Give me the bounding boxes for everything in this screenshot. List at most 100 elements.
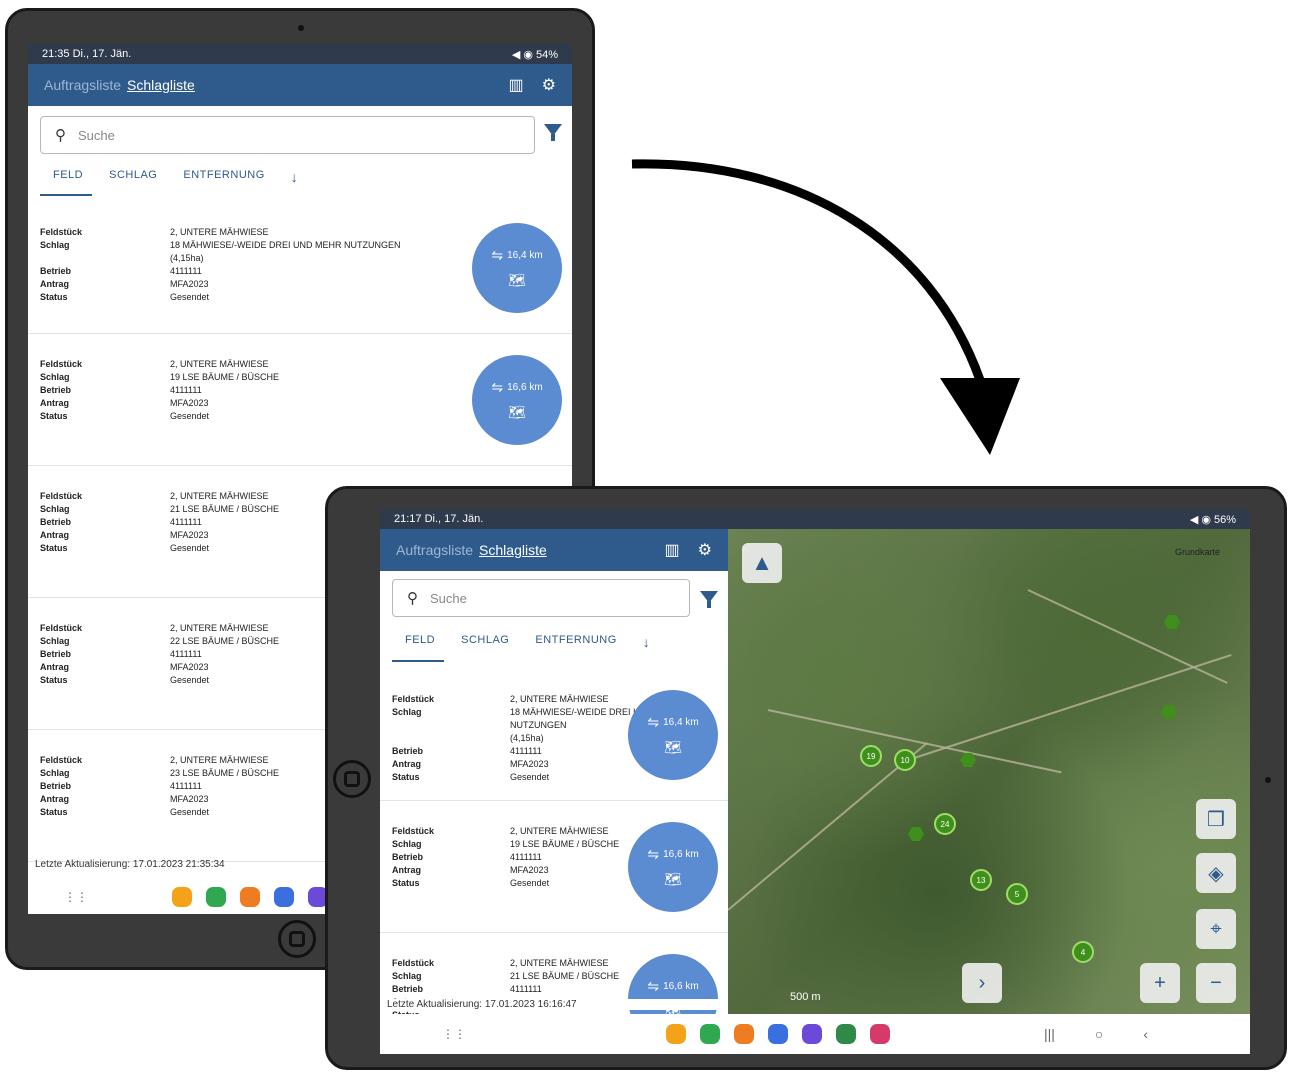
list-panel: Auftragsliste Schlagliste ▥ ⚙ ⚲ Suche FE… xyxy=(380,529,728,1054)
app-bar-right: Auftragsliste Schlagliste ▥ ⚙ xyxy=(380,529,728,571)
app-icon-folder[interactable] xyxy=(172,887,192,907)
nav-auftragsliste-right[interactable]: Auftragsliste xyxy=(396,542,473,558)
distance-label: 16,4 km xyxy=(507,250,543,261)
item-label: Status xyxy=(392,772,420,782)
zoom-in-button[interactable]: + xyxy=(1140,963,1180,1003)
app-icon-contacts[interactable] xyxy=(734,1024,754,1044)
item-label-spacer xyxy=(392,732,510,745)
zoom-out-button[interactable]: − xyxy=(1196,963,1236,1003)
field-marker[interactable] xyxy=(1161,705,1177,719)
tab-feld[interactable]: FELD xyxy=(53,169,83,185)
navigate-button[interactable]: ⇋ 16,6 km 🗺 xyxy=(628,822,718,912)
map-cluster[interactable]: 24 xyxy=(934,813,956,835)
map-road xyxy=(1027,589,1228,684)
camera-dot xyxy=(298,25,304,31)
app-icon-messages[interactable] xyxy=(768,1024,788,1044)
item-value: MFA2023 xyxy=(170,398,209,408)
recent-apps-icon[interactable]: ||| xyxy=(1044,1026,1055,1042)
list-item[interactable]: Feldstück 2, UNTERE MÄHWIESE Schlag 18 MÄHW… xyxy=(28,202,572,334)
map-cluster[interactable]: 5 xyxy=(1006,883,1028,905)
status-time-right: 21:17 Di., 17. Jän. xyxy=(394,513,484,525)
item-label: Antrag xyxy=(40,279,69,289)
item-label: Betrieb xyxy=(40,517,72,527)
apps-grid-icon-right[interactable]: ⋮⋮ xyxy=(442,1027,466,1041)
navigate-button[interactable]: ⇋ 16,4 km 🗺 xyxy=(628,690,718,780)
filter-icon-right[interactable] xyxy=(700,591,718,608)
last-update-right: Letzte Aktualisierung: 17.01.2023 16:16:… xyxy=(387,999,727,1010)
item-label: Betrieb xyxy=(392,984,424,994)
search-input-right[interactable]: ⚲ Suche xyxy=(392,579,690,617)
nav-schlagliste-right[interactable]: Schlagliste xyxy=(479,542,547,558)
nav-schlagliste[interactable]: Schlagliste xyxy=(127,77,195,93)
item-label: Status xyxy=(40,675,68,685)
item-label: Betrieb xyxy=(40,781,72,791)
settings-icon-right[interactable]: ⚙ xyxy=(698,540,712,560)
item-value: 19 LSE BÄUME / BÜSCHE xyxy=(170,372,280,382)
app-icon-phone[interactable] xyxy=(206,887,226,907)
map-cluster[interactable]: 13 xyxy=(970,869,992,891)
layers-stack-button[interactable]: ❒ xyxy=(1196,799,1236,839)
app-icon-internet[interactable] xyxy=(802,1024,822,1044)
compass-button[interactable]: ▲ xyxy=(742,543,782,583)
app-icon-messages[interactable] xyxy=(274,887,294,907)
item-value: 4111111 xyxy=(170,266,202,276)
app-icon-contacts[interactable] xyxy=(240,887,260,907)
back-icon[interactable]: ‹ xyxy=(1143,1026,1148,1042)
map-cluster[interactable]: 4 xyxy=(1072,941,1094,963)
list-item[interactable]: Feldstück 2, UNTERE MÄHWIESE Schlag 18 MÄHW… xyxy=(380,669,728,801)
map-scale: 500 m xyxy=(790,991,821,1003)
home-icon[interactable]: ○ xyxy=(1095,1026,1103,1042)
app-icon-calendar[interactable] xyxy=(836,1024,856,1044)
tab-indicator xyxy=(40,194,92,196)
transition-arrow xyxy=(631,159,1020,455)
item-label: Schlag xyxy=(392,971,422,981)
navigate-button[interactable]: ⇋ 16,4 km 🗺 xyxy=(472,223,562,313)
right-screen: 21:17 Di., 17. Jän. ◀ ◉ 56% Auftragslist… xyxy=(380,509,1250,1054)
item-label: Schlag xyxy=(40,768,70,778)
tab-schlag-right[interactable]: SCHLAG xyxy=(461,634,509,650)
item-label: Betrieb xyxy=(392,746,424,756)
map-cluster[interactable]: 19 xyxy=(860,745,882,767)
settings-icon[interactable]: ⚙ xyxy=(542,75,556,95)
map-cluster[interactable]: 10 xyxy=(894,749,916,771)
apps-grid-icon[interactable]: ⋮⋮ xyxy=(64,890,88,904)
field-marker[interactable] xyxy=(1164,615,1180,629)
tab-schlag[interactable]: SCHLAG xyxy=(109,169,157,185)
app-icon-folder[interactable] xyxy=(666,1024,686,1044)
sort-arrow-icon-right[interactable]: ↓ xyxy=(643,634,651,650)
last-update: Letzte Aktualisierung: 17.01.2023 21:35:… xyxy=(35,859,225,870)
item-label: Schlag xyxy=(40,636,70,646)
app-icon-phone[interactable] xyxy=(700,1024,720,1044)
search-input[interactable]: ⚲ Suche xyxy=(40,116,535,154)
status-bar-right: 21:17 Di., 17. Jän. ◀ ◉ 56% xyxy=(380,509,1250,529)
route-icon: ⇋ xyxy=(647,714,660,730)
tab-entfernung-right[interactable]: ENTFERNUNG xyxy=(535,634,616,650)
map-view[interactable]: Grundkarte ▲ 19 10 24 13 5 4 ❒ ◈ ⌖ › + −… xyxy=(728,529,1250,1014)
field-marker[interactable] xyxy=(960,753,976,767)
tab-entfernung[interactable]: ENTFERNUNG xyxy=(183,169,264,185)
navigate-button[interactable]: ⇋ 16,6 km 🗺 xyxy=(472,355,562,445)
left-home-button[interactable] xyxy=(278,920,316,958)
filter-icon[interactable] xyxy=(544,124,562,141)
item-label: Schlag xyxy=(40,504,70,514)
item-label: Antrag xyxy=(40,398,69,408)
item-label: Schlag xyxy=(40,372,70,382)
expand-panel-button[interactable]: › xyxy=(962,963,1002,1003)
tab-feld-right[interactable]: FELD xyxy=(405,634,435,650)
nav-auftragsliste[interactable]: Auftragsliste xyxy=(44,77,121,93)
app-bar: Auftragsliste Schlagliste ▥ ⚙ xyxy=(28,64,572,106)
list-item[interactable]: Feldstück 2, UNTERE MÄHWIESE Schlag 19 LSE … xyxy=(28,334,572,466)
status-bar: 21:35 Di., 17. Jän. ◀ ◉ 54% xyxy=(28,44,572,64)
map-open-icon: 🗺 xyxy=(664,739,682,755)
distance-label: 16,6 km xyxy=(663,981,699,992)
layers-button[interactable]: ◈ xyxy=(1196,853,1236,893)
field-marker[interactable] xyxy=(908,827,924,841)
map-icon[interactable]: ▥ xyxy=(509,75,524,95)
sort-arrow-icon[interactable]: ↓ xyxy=(291,169,299,185)
map-icon-right[interactable]: ▥ xyxy=(665,540,680,560)
app-icon-gallery[interactable] xyxy=(870,1024,890,1044)
list-item[interactable]: Feldstück 2, UNTERE MÄHWIESE Schlag 19 LSE … xyxy=(380,801,728,933)
locate-button[interactable]: ⌖ xyxy=(1196,909,1236,949)
right-home-button[interactable] xyxy=(333,760,371,798)
map-open-icon: 🗺 xyxy=(508,272,526,288)
